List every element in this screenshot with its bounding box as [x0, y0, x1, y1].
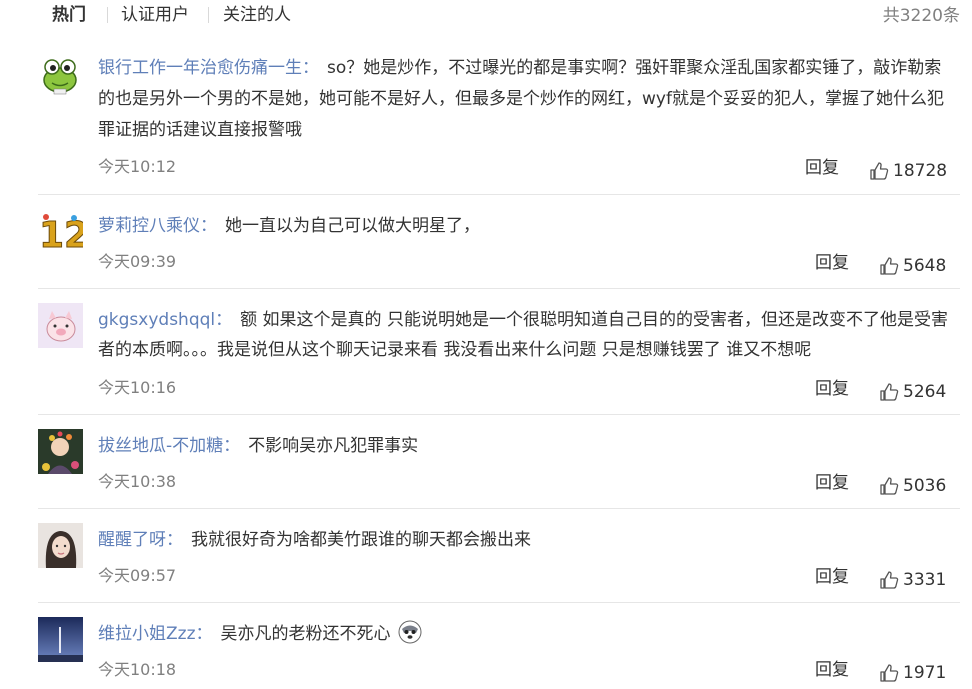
- reply-button[interactable]: 回复: [815, 566, 849, 588]
- like-button[interactable]: 3331: [879, 569, 946, 591]
- tab-hot[interactable]: 热门: [52, 4, 86, 26]
- pig-avatar[interactable]: [38, 303, 83, 348]
- number-12-avatar[interactable]: 12: [38, 209, 83, 254]
- like-count: 5036: [903, 476, 947, 496]
- comment-time: 今天10:16: [98, 378, 177, 397]
- comment-time: 今天10:18: [98, 660, 177, 679]
- tab-divider: [107, 7, 108, 23]
- frog-avatar[interactable]: [38, 52, 83, 97]
- reply-button[interactable]: 回复: [815, 659, 849, 681]
- comment-body: 维拉小姐Zzz： 吴亦凡的老粉还不死心: [98, 603, 948, 649]
- comment-item: gkgsxydshqql：额 如果这个是真的 只能说明她是一个很聪明知道自己目的…: [38, 289, 960, 415]
- flower-girl-avatar[interactable]: [38, 429, 83, 474]
- comment-username[interactable]: 萝莉控八乘仪: [98, 216, 200, 236]
- thumbs-up-icon: [880, 383, 899, 401]
- like-button[interactable]: 18728: [869, 160, 947, 182]
- comment-text: 我就很好奇为啥都美竹跟谁的聊天都会搬出来: [191, 530, 531, 550]
- girl-portrait-avatar-image: [38, 523, 83, 568]
- comment-text: 不影响吴亦凡犯罪事实: [248, 436, 419, 456]
- comment-text: 她一直以为自己可以做大明星了，: [225, 216, 480, 236]
- frog-avatar-image: [38, 52, 83, 97]
- like-count: 1971: [903, 663, 947, 683]
- comment-time: 今天10:12: [98, 157, 177, 176]
- comment-total-count: 共3220条: [882, 6, 960, 26]
- comment-item: 拔丝地瓜-不加糖： 不影响吴亦凡犯罪事实 今天10:38 回复 5036: [38, 415, 960, 509]
- reply-button[interactable]: 回复: [805, 157, 839, 179]
- comment-time: 今天09:39: [98, 252, 177, 271]
- thumbs-up-icon: [880, 477, 899, 495]
- tab-following[interactable]: 关注的人: [223, 4, 291, 26]
- reply-button[interactable]: 回复: [815, 252, 849, 274]
- sky-avatar-image: [38, 617, 83, 662]
- comment-time: 今天10:38: [98, 472, 177, 491]
- comment-body: 醒醒了呀： 我就很好奇为啥都美竹跟谁的聊天都会搬出来: [98, 530, 531, 550]
- thumbs-up-icon: [870, 162, 889, 180]
- comment-body: 银行工作一年治愈伤痛一生： so？她是炒作，不过曝光的都是事实啊？强奸罪聚众淫乱国…: [98, 58, 944, 140]
- like-count: 5648: [903, 256, 947, 276]
- comment-body: 萝莉控八乘仪： 她一直以为自己可以做大明星了，: [98, 216, 480, 236]
- comment-body: 拔丝地瓜-不加糖： 不影响吴亦凡犯罪事实: [98, 436, 419, 456]
- comment-item: 12 萝莉控八乘仪： 她一直以为自己可以做大明星了， 今天09:39 回复 564…: [38, 195, 960, 289]
- comment-item: 醒醒了呀： 我就很好奇为啥都美竹跟谁的聊天都会搬出来 今天09:57 回复 333…: [38, 509, 960, 603]
- like-button[interactable]: 5648: [879, 255, 946, 277]
- like-button[interactable]: 5264: [879, 381, 946, 403]
- tab-divider: [208, 7, 209, 23]
- like-button[interactable]: 5036: [879, 475, 946, 497]
- comment-item: 银行工作一年治愈伤痛一生： so？她是炒作，不过曝光的都是事实啊？强奸罪聚众淫乱国…: [38, 42, 960, 195]
- comment-username[interactable]: 醒醒了呀: [98, 530, 166, 550]
- girl-portrait-avatar[interactable]: [38, 523, 83, 568]
- like-count: 3331: [903, 570, 947, 590]
- like-count: 5264: [903, 382, 947, 402]
- reply-button[interactable]: 回复: [815, 378, 849, 400]
- svg-text:12: 12: [39, 215, 83, 254]
- like-count: 18728: [893, 161, 948, 181]
- comment-item: 维拉小姐Zzz： 吴亦凡的老粉还不死心 今天10:18 回复 1971: [38, 603, 960, 689]
- flower-girl-avatar-image: [38, 429, 83, 474]
- like-button[interactable]: 1971: [879, 662, 946, 684]
- number-12-avatar-image: 12: [38, 209, 83, 254]
- comment-filter-tabs: 热门 认证用户 关注的人 共3220条: [0, 0, 972, 34]
- comment-text: 吴亦凡的老粉还不死心: [220, 624, 391, 644]
- pig-avatar-image: [38, 303, 83, 348]
- comment-username[interactable]: 银行工作一年治愈伤痛一生: [98, 58, 302, 78]
- sky-avatar[interactable]: [38, 617, 83, 662]
- husky-emoji-icon: [398, 620, 422, 644]
- thumbs-up-icon: [880, 571, 899, 589]
- comment-time: 今天09:57: [98, 566, 177, 585]
- comment-username[interactable]: 维拉小姐Zzz: [98, 624, 196, 644]
- comment-username[interactable]: 拔丝地瓜-不加糖: [98, 436, 223, 456]
- thumbs-up-icon: [880, 257, 899, 275]
- thumbs-up-icon: [880, 664, 899, 682]
- comment-username[interactable]: gkgsxydshqql: [98, 310, 215, 330]
- reply-button[interactable]: 回复: [815, 472, 849, 494]
- tab-verified-users[interactable]: 认证用户: [121, 4, 189, 26]
- comment-body: gkgsxydshqql：额 如果这个是真的 只能说明她是一个很聪明知道自己目的…: [98, 310, 948, 360]
